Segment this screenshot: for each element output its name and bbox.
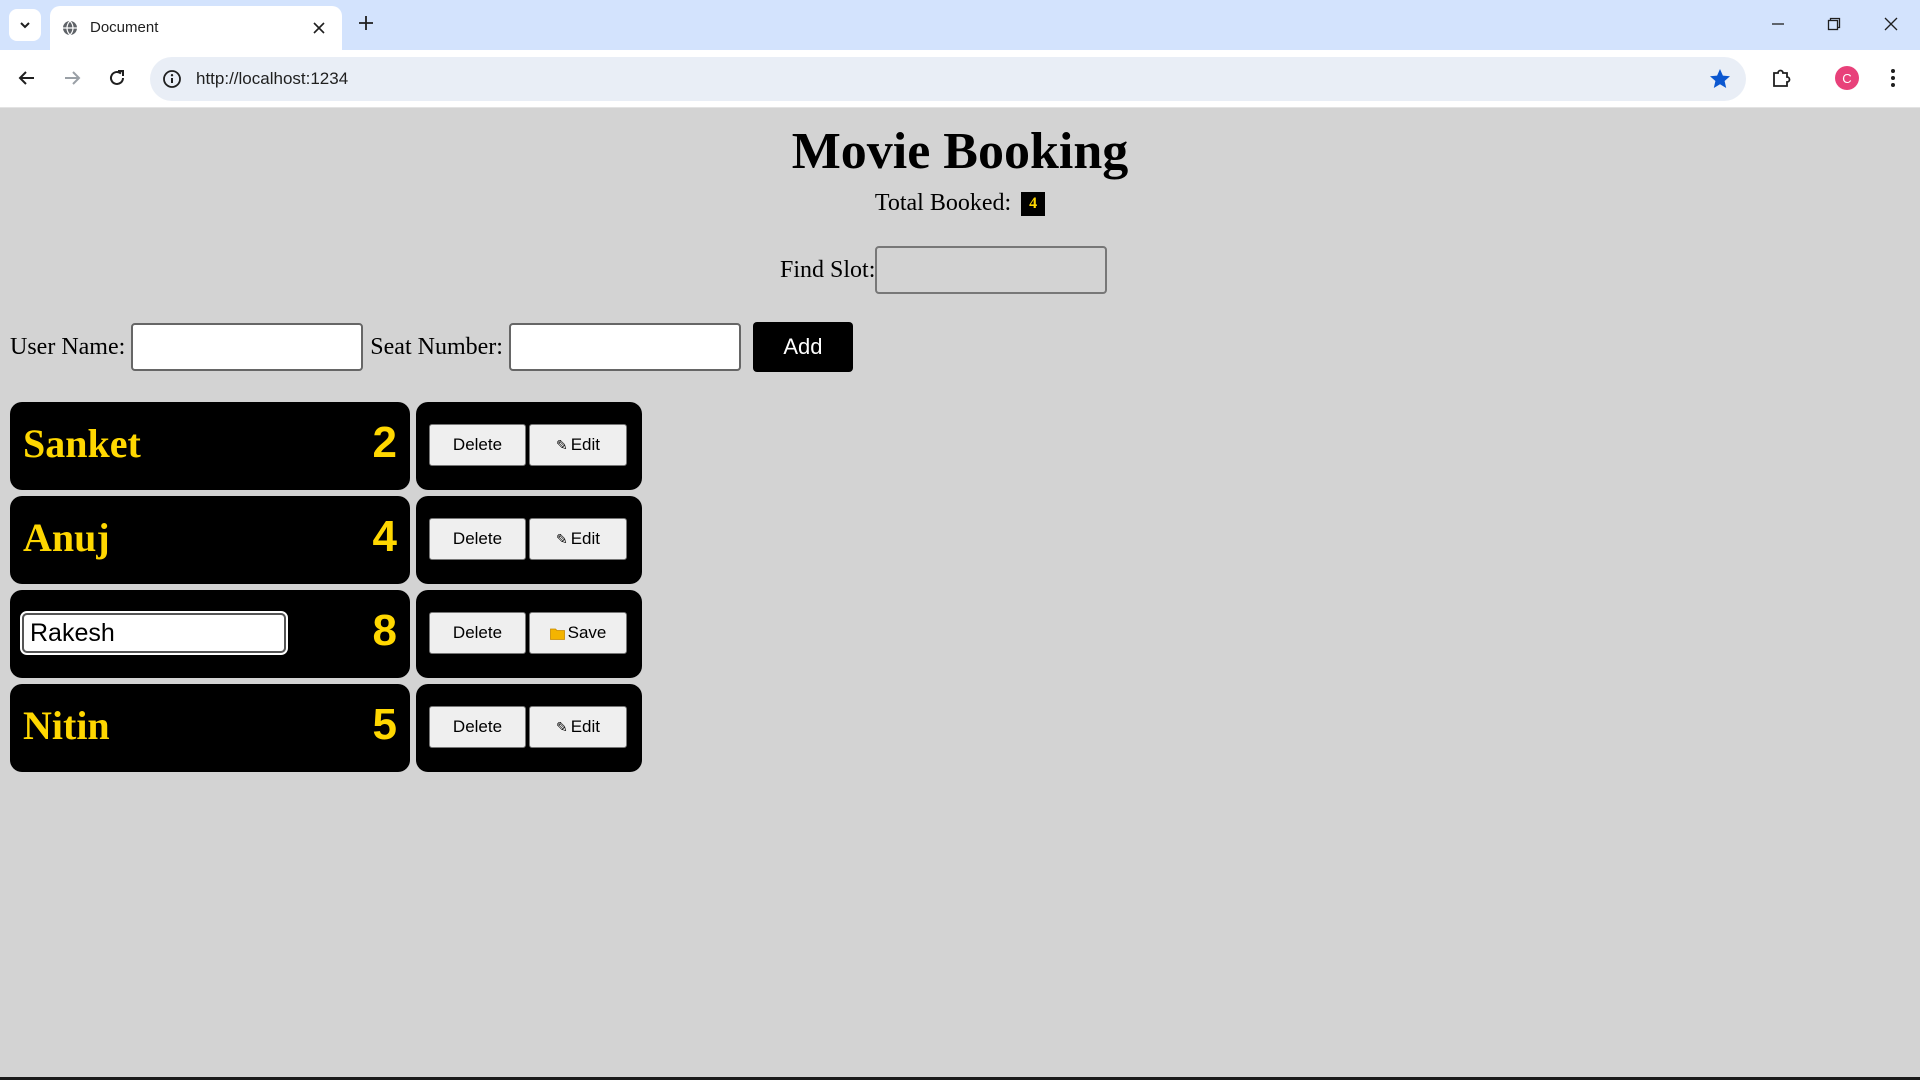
edit-button-label: Edit bbox=[570, 435, 601, 454]
booking-row-editing: 8 Delete Save bbox=[10, 590, 642, 678]
edit-button-label: Edit bbox=[570, 717, 601, 736]
booking-card: Nitin 5 bbox=[10, 684, 410, 772]
browser-tab-strip: Document bbox=[0, 0, 1920, 50]
booking-row: Nitin 5 Delete ✎ Edit bbox=[10, 684, 642, 772]
new-tab-button[interactable] bbox=[353, 10, 379, 36]
extensions-button[interactable] bbox=[1766, 63, 1796, 93]
seat-number-input[interactable] bbox=[508, 323, 741, 371]
booking-name-input[interactable] bbox=[20, 611, 288, 655]
booking-name: Anuj bbox=[23, 515, 110, 560]
add-button[interactable]: Add bbox=[752, 322, 853, 372]
puzzle-icon bbox=[1773, 69, 1791, 87]
tab-close-button[interactable] bbox=[307, 16, 331, 40]
booking-actions: Delete Save bbox=[416, 590, 642, 678]
tab-search-button[interactable] bbox=[9, 9, 41, 41]
url-text: http://localhost:1234 bbox=[196, 69, 349, 88]
folder-icon bbox=[549, 628, 565, 640]
delete-button[interactable]: Delete bbox=[429, 612, 526, 654]
browser-menu-button[interactable] bbox=[1880, 65, 1906, 91]
save-button[interactable]: Save bbox=[529, 612, 627, 654]
booking-actions: Delete ✎ Edit bbox=[416, 684, 642, 772]
pencil-icon: ✎ bbox=[555, 530, 568, 547]
total-booked-label: Total Booked: bbox=[874, 190, 1012, 216]
find-slot-row: Find Slot: bbox=[780, 246, 1108, 294]
address-bar[interactable]: http://localhost:1234 bbox=[150, 57, 1746, 101]
restore-icon bbox=[1827, 17, 1841, 31]
profile-avatar[interactable]: C bbox=[1835, 66, 1859, 90]
info-icon[interactable] bbox=[162, 69, 182, 89]
more-vertical-icon bbox=[1891, 69, 1895, 87]
edit-button-label: Edit bbox=[570, 529, 601, 548]
booking-row: Anuj 4 Delete ✎ Edit bbox=[10, 496, 642, 584]
browser-toolbar: http://localhost:1234 C bbox=[0, 50, 1920, 108]
booking-actions: Delete ✎ Edit bbox=[416, 496, 642, 584]
plus-icon bbox=[359, 16, 373, 30]
tab-title: Document bbox=[90, 19, 159, 36]
save-button-label: Save bbox=[567, 623, 607, 642]
page-title: Movie Booking bbox=[791, 123, 1129, 180]
reload-button[interactable] bbox=[100, 61, 134, 95]
booking-name: Sanket bbox=[23, 421, 141, 466]
reload-icon bbox=[110, 70, 124, 85]
close-window-button[interactable] bbox=[1871, 8, 1911, 40]
booking-name: Nitin bbox=[23, 703, 110, 748]
bookmark-star-icon[interactable] bbox=[1708, 67, 1732, 91]
restore-button[interactable] bbox=[1814, 8, 1854, 40]
pencil-icon: ✎ bbox=[555, 718, 568, 735]
find-slot-label: Find Slot: bbox=[780, 256, 876, 283]
browser-tab[interactable]: Document bbox=[50, 6, 342, 50]
delete-button[interactable]: Delete bbox=[429, 706, 526, 748]
forward-button[interactable] bbox=[55, 61, 89, 95]
booking-seat: 2 bbox=[372, 418, 397, 467]
page-content: Movie Booking Total Booked: 4 Find Slot:… bbox=[0, 108, 1920, 1078]
booking-actions: Delete ✎ Edit bbox=[416, 402, 642, 490]
booking-row: Sanket 2 Delete ✎ Edit bbox=[10, 402, 642, 490]
total-booked-row: Total Booked: 4 bbox=[0, 190, 1920, 217]
back-button[interactable] bbox=[10, 61, 44, 95]
username-input[interactable] bbox=[131, 323, 364, 371]
booking-seat: 8 bbox=[372, 606, 397, 655]
chevron-down-icon bbox=[20, 22, 30, 29]
close-icon bbox=[313, 22, 325, 34]
arrow-right-icon bbox=[65, 71, 81, 85]
globe-icon bbox=[63, 20, 77, 36]
find-slot-input[interactable] bbox=[875, 246, 1108, 294]
add-booking-form: User Name: Seat Number: Add bbox=[10, 322, 853, 372]
pencil-icon: ✎ bbox=[555, 436, 568, 453]
seat-number-label: Seat Number: bbox=[370, 333, 503, 360]
booking-list: Sanket 2 Delete ✎ Edit Anuj 4 Delete ✎ E… bbox=[10, 402, 642, 778]
booking-card: 8 bbox=[10, 590, 410, 678]
booking-card: Sanket 2 bbox=[10, 402, 410, 490]
total-booked-count: 4 bbox=[1021, 192, 1046, 216]
arrow-left-icon bbox=[18, 71, 34, 85]
edit-button[interactable]: ✎ Edit bbox=[529, 706, 627, 748]
minimize-button[interactable] bbox=[1758, 8, 1798, 40]
edit-button[interactable]: ✎ Edit bbox=[529, 424, 627, 466]
booking-seat: 4 bbox=[372, 512, 397, 561]
close-icon bbox=[1884, 17, 1898, 31]
booking-card: Anuj 4 bbox=[10, 496, 410, 584]
edit-button[interactable]: ✎ Edit bbox=[529, 518, 627, 560]
delete-button[interactable]: Delete bbox=[429, 518, 526, 560]
booking-seat: 5 bbox=[372, 700, 397, 749]
username-label: User Name: bbox=[10, 333, 126, 360]
delete-button[interactable]: Delete bbox=[429, 424, 526, 466]
minimize-icon bbox=[1772, 23, 1784, 25]
